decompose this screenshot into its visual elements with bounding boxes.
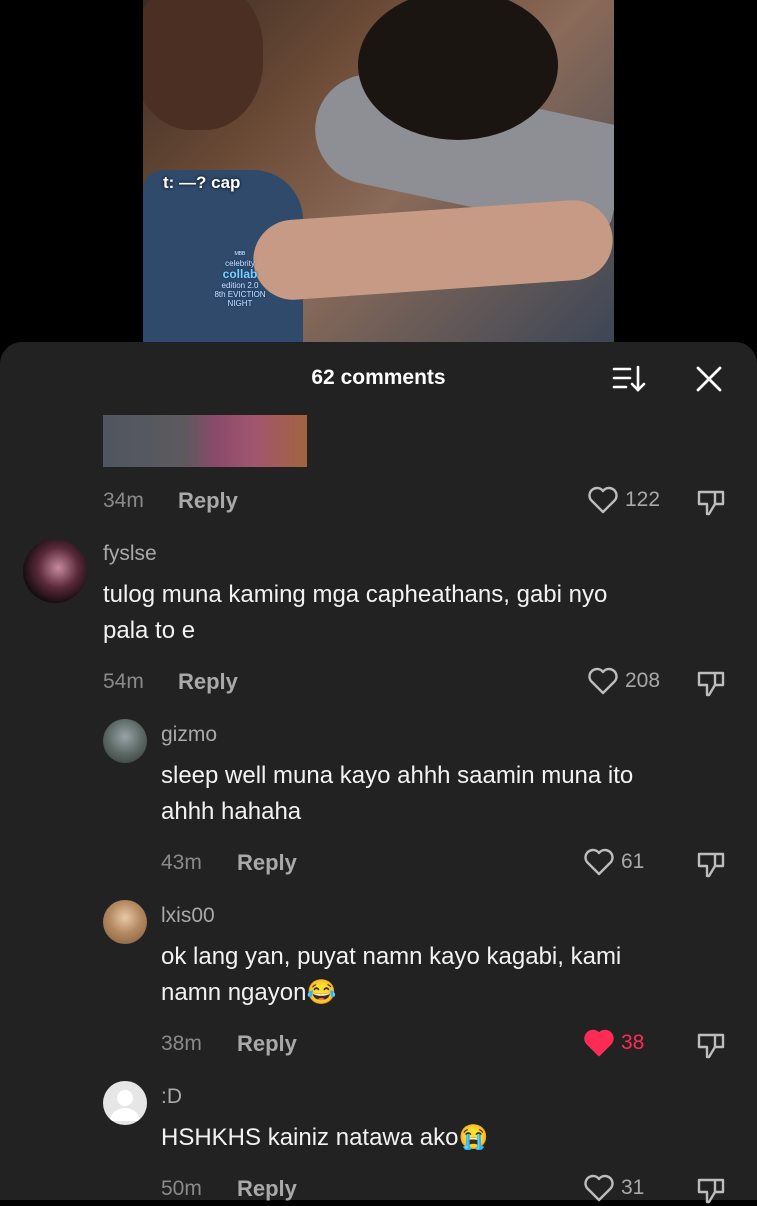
reply-button[interactable]: Reply (178, 669, 238, 695)
video-figure (250, 197, 614, 303)
dislike-icon[interactable] (695, 667, 727, 699)
comment-time: 54m (103, 670, 144, 693)
logo-line: collab (222, 267, 258, 281)
comment-text-line: namn ngayon😂 (161, 979, 337, 1006)
reply-button[interactable]: Reply (178, 488, 238, 514)
like-button[interactable]: 122 (587, 485, 660, 515)
show-logo: ᴹᴮᴮ celebrity collab edition 2.0 8th EVI… (201, 250, 279, 308)
avatar[interactable] (103, 1081, 147, 1125)
comment-text: tulog muna kaming mga capheathans, gabi … (103, 577, 703, 649)
comment-text-line: tulog muna kaming mga capheathans, gabi … (103, 581, 608, 608)
dislike-icon[interactable] (695, 848, 727, 880)
comment-text: ok lang yan, puyat namn kayo kagabi, kam… (161, 939, 741, 1011)
logo-line: 8th EVICTION NIGHT (214, 290, 266, 308)
reply-button[interactable]: Reply (237, 1176, 297, 1202)
logo-line: edition 2.0 (221, 281, 259, 290)
dislike-icon[interactable] (695, 1174, 727, 1206)
comment-text: sleep well muna kayo ahhh saamin muna it… (161, 758, 741, 830)
like-count: 61 (621, 850, 645, 873)
comment-time: 43m (161, 851, 202, 874)
comment-username[interactable]: :D (161, 1085, 182, 1109)
comment-time: 38m (161, 1032, 202, 1055)
like-button[interactable]: 38 (583, 1028, 644, 1058)
avatar[interactable] (103, 719, 147, 763)
comment-text-line: pala to e (103, 617, 196, 644)
comments-sheet: 62 comments 34m Reply 122 fyslse tulog m… (0, 342, 757, 1204)
comment-text-line: HSHKHS kainiz natawa ako😭 (161, 1124, 489, 1151)
dislike-icon[interactable] (695, 486, 727, 518)
logo-line: ᴹᴮᴮ (234, 250, 246, 259)
video-figure (143, 0, 263, 130)
sort-icon[interactable] (612, 364, 646, 394)
heart-icon (588, 667, 618, 695)
comment-text: HSHKHS kainiz natawa ako😭 (161, 1120, 741, 1156)
avatar[interactable] (23, 539, 87, 603)
heart-icon (584, 1174, 614, 1202)
video-player[interactable]: t: —? cap ᴹᴮᴮ celebrity collab edition 2… (143, 0, 614, 345)
comment-image-attachment[interactable] (103, 415, 307, 467)
like-count: 208 (625, 669, 661, 692)
comment-username[interactable]: fyslse (103, 542, 157, 566)
comment-time: 50m (161, 1177, 202, 1200)
comment-text-line: ok lang yan, puyat namn kayo kagabi, kam… (161, 943, 622, 970)
reply-button[interactable]: Reply (237, 850, 297, 876)
comment-username[interactable]: lxis00 (161, 904, 215, 928)
comment-text-line: sleep well muna kayo ahhh saamin muna it… (161, 762, 634, 789)
dislike-icon[interactable] (695, 1029, 727, 1061)
comment-text-line: ahhh hahaha (161, 798, 302, 825)
like-count: 38 (621, 1031, 645, 1054)
comment-time: 34m (103, 489, 144, 512)
like-button[interactable]: 208 (587, 666, 660, 696)
heart-filled-icon (584, 1029, 614, 1057)
heart-icon (584, 848, 614, 876)
comment-username[interactable]: gizmo (161, 723, 217, 747)
avatar[interactable] (103, 900, 147, 944)
heart-icon (588, 486, 618, 514)
reply-button[interactable]: Reply (237, 1031, 297, 1057)
like-button[interactable]: 61 (583, 847, 644, 877)
like-button[interactable]: 31 (583, 1173, 644, 1203)
video-caption: t: —? cap (163, 173, 241, 192)
default-avatar-icon (110, 1090, 140, 1121)
like-count: 31 (621, 1176, 645, 1199)
close-icon[interactable] (694, 364, 724, 394)
like-count: 122 (625, 488, 661, 511)
